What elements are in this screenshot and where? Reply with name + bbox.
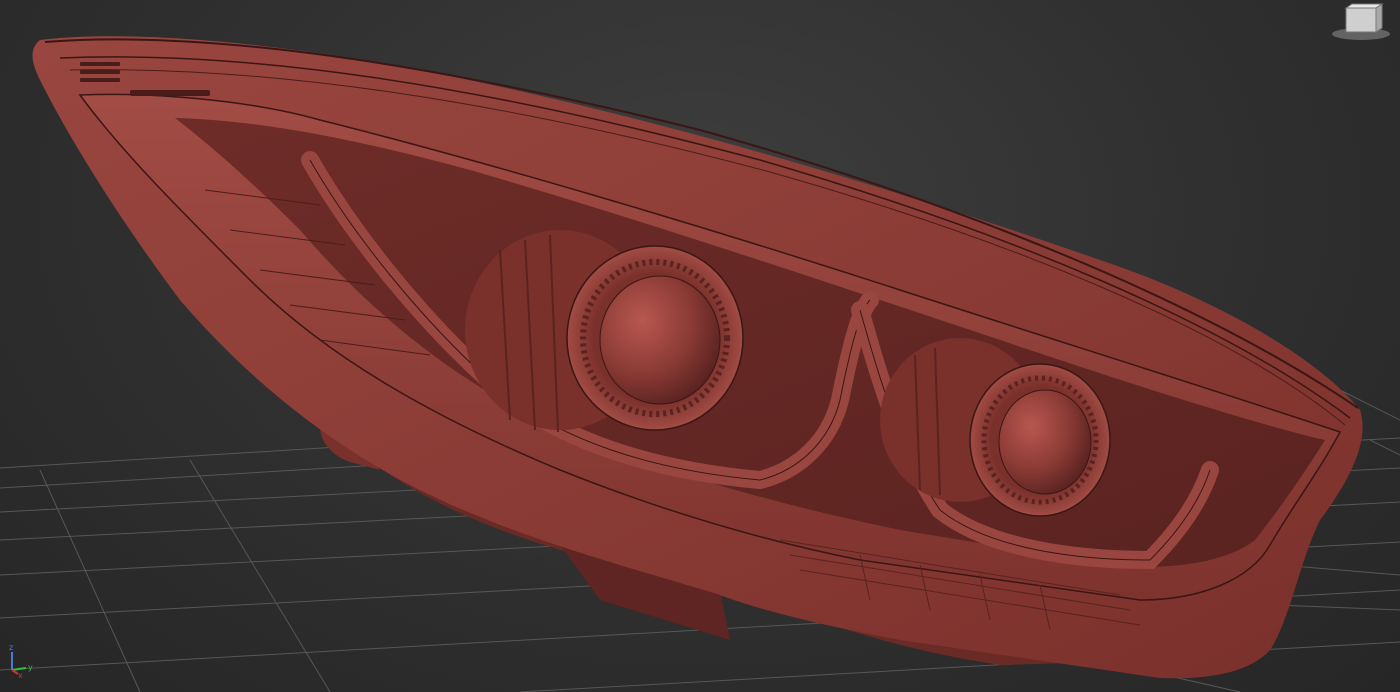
y-axis-label: y bbox=[28, 663, 33, 672]
viewcube-icon[interactable] bbox=[1330, 2, 1392, 42]
axis-tripod: z y x bbox=[4, 642, 40, 680]
y-axis-line bbox=[11, 667, 27, 671]
x-axis-label: x bbox=[18, 671, 23, 678]
viewport-scene[interactable] bbox=[0, 0, 1400, 692]
perspective-viewport[interactable]: z y x bbox=[0, 0, 1400, 692]
viewcube[interactable] bbox=[1330, 2, 1392, 42]
z-axis-label: z bbox=[9, 643, 13, 652]
projector-lens-left bbox=[465, 230, 744, 433]
